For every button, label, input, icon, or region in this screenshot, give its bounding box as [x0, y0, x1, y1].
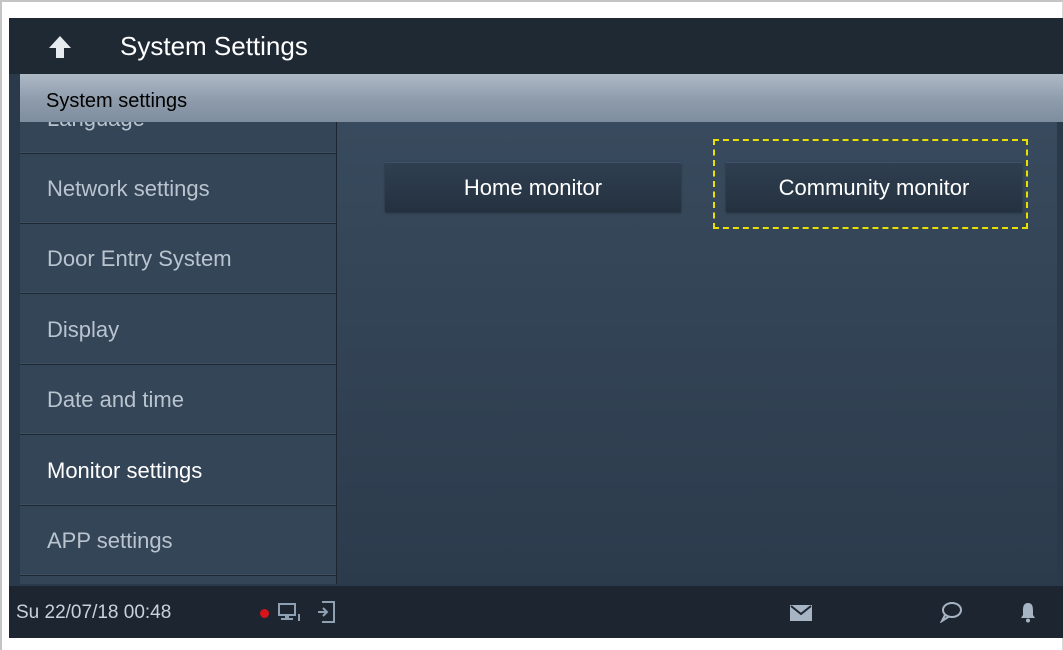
sidebar-item-language[interactable]: Language: [20, 122, 336, 154]
monitor-1-icon: [278, 603, 300, 621]
record-dot-icon: [260, 609, 269, 618]
main-area: Language Network settings Door Entry Sys…: [20, 122, 1057, 584]
back-arrow-icon: [49, 36, 71, 58]
sidebar-item-monitor-settings[interactable]: Monitor settings: [20, 436, 336, 506]
sidebar-item-label: Display: [47, 317, 120, 342]
sidebar-item-network-settings[interactable]: Network settings: [20, 154, 336, 224]
sidebar-item-label: Door Entry System: [47, 246, 232, 271]
mail-icon[interactable]: [789, 604, 813, 622]
status-datetime: Su 22/07/18 00:48: [16, 602, 172, 623]
sidebar-item-app-settings[interactable]: APP settings: [20, 506, 336, 576]
settings-sidebar: Language Network settings Door Entry Sys…: [20, 122, 337, 584]
sidebar-item-date-and-time[interactable]: Date and time: [20, 365, 336, 435]
sidebar-item-label: Network settings: [47, 176, 210, 201]
door-exit-icon[interactable]: [316, 600, 338, 624]
sidebar-item-door-entry-system[interactable]: Door Entry System: [20, 224, 336, 294]
sidebar-item-label: Date and time: [47, 387, 184, 412]
page-title: System Settings: [120, 31, 308, 61]
community-monitor-button[interactable]: Community monitor: [726, 162, 1022, 212]
section-title: System settings: [46, 90, 188, 112]
status-bar: Su 22/07/18 00:48: [9, 586, 1063, 638]
device-screen: System Settings System settings Language…: [9, 18, 1063, 638]
sidebar-item-display[interactable]: Display: [20, 295, 336, 365]
top-bar: System Settings: [9, 18, 1063, 74]
message-icon[interactable]: [939, 601, 963, 623]
section-header: System settings: [20, 74, 1063, 122]
bell-icon[interactable]: [1019, 601, 1037, 623]
sidebar-item-label: Monitor settings: [47, 458, 203, 483]
sidebar-item-label: Language: [47, 122, 145, 132]
sidebar-item-label: APP settings: [47, 528, 173, 553]
back-button[interactable]: [45, 32, 75, 62]
home-monitor-button[interactable]: Home monitor: [385, 162, 681, 212]
